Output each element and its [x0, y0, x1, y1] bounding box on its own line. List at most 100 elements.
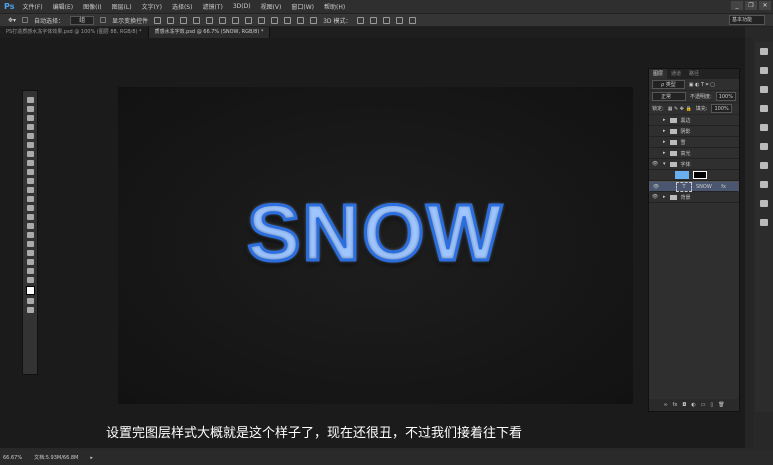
- eyedropper-tool-icon[interactable]: [26, 142, 34, 148]
- lock-icons[interactable]: ▦ ✎ ✥ 🔒: [668, 106, 692, 112]
- canvas[interactable]: SNOW: [118, 87, 633, 404]
- restore-button[interactable]: ❐: [745, 1, 757, 10]
- distribute-bottom-icon[interactable]: [258, 16, 266, 24]
- 3d-slide-icon[interactable]: [396, 16, 404, 24]
- dodge-tool-icon[interactable]: [26, 214, 34, 220]
- swatches-icon[interactable]: [760, 181, 768, 188]
- align-bottom-icon[interactable]: [180, 16, 188, 24]
- minimize-button[interactable]: _: [731, 1, 743, 10]
- layer-row[interactable]: ▸ 黑边: [649, 115, 739, 126]
- layer-row[interactable]: [649, 170, 739, 181]
- menu-help[interactable]: 帮助(H): [324, 2, 345, 11]
- tab-paths[interactable]: 路径: [685, 69, 703, 79]
- tool-preset-icon[interactable]: [760, 105, 768, 112]
- align-top-icon[interactable]: [154, 16, 162, 24]
- distribute-top-icon[interactable]: [232, 16, 240, 24]
- type-tool-icon[interactable]: [26, 232, 34, 238]
- 3d-roll-icon[interactable]: [370, 16, 378, 24]
- stamp-tool-icon[interactable]: [26, 169, 34, 175]
- gradient-tool-icon[interactable]: [26, 196, 34, 202]
- adjustments-icon[interactable]: [760, 200, 768, 207]
- paragraph-icon[interactable]: [760, 143, 768, 150]
- opacity-input[interactable]: 100%: [715, 92, 736, 101]
- menu-image[interactable]: 图像(I): [83, 2, 101, 11]
- color-icon[interactable]: [760, 162, 768, 169]
- shape-tool-icon[interactable]: [26, 250, 34, 256]
- color-swatch-icon[interactable]: [25, 286, 35, 295]
- menu-3d[interactable]: 3D(D): [233, 3, 251, 10]
- move-tool-icon[interactable]: [26, 97, 34, 103]
- layer-row[interactable]: ▸ 高光: [649, 148, 739, 159]
- hand-tool-icon[interactable]: [26, 259, 34, 265]
- quick-mask-icon[interactable]: [26, 298, 34, 304]
- pen-tool-icon[interactable]: [26, 223, 34, 229]
- workspace-dropdown[interactable]: 基本功能: [729, 15, 765, 25]
- visibility-eye-icon[interactable]: 👁: [651, 161, 659, 167]
- zoom-tool-icon[interactable]: [26, 268, 34, 274]
- screen-mode-icon[interactable]: [26, 307, 34, 313]
- align-left-icon[interactable]: [193, 16, 201, 24]
- zoom-level[interactable]: 66.67%: [3, 455, 22, 461]
- vertical-scrollbar[interactable]: [745, 38, 753, 448]
- properties-icon[interactable]: [760, 67, 768, 74]
- expand-arrow-icon[interactable]: ▸: [663, 150, 666, 156]
- marquee-tool-icon[interactable]: [26, 106, 34, 112]
- distribute-right-icon[interactable]: [297, 16, 305, 24]
- lasso-tool-icon[interactable]: [26, 115, 34, 121]
- blend-mode-dropdown[interactable]: 正常: [652, 92, 686, 101]
- eraser-tool-icon[interactable]: [26, 187, 34, 193]
- link-layers-icon[interactable]: ∞: [663, 402, 667, 408]
- tab-layers[interactable]: 图层: [649, 69, 668, 79]
- expand-arrow-icon[interactable]: ▸: [663, 194, 666, 200]
- menu-type[interactable]: 文字(Y): [142, 2, 162, 11]
- auto-align-icon[interactable]: [310, 16, 318, 24]
- adjustment-icon[interactable]: ◐: [691, 402, 695, 408]
- fx-icon[interactable]: fx: [721, 183, 726, 191]
- 3d-drag-icon[interactable]: [383, 16, 391, 24]
- menu-window[interactable]: 窗口(W): [291, 2, 314, 11]
- character-icon[interactable]: [760, 124, 768, 131]
- trash-icon[interactable]: 🗑: [718, 402, 724, 408]
- align-middle-icon[interactable]: [167, 16, 175, 24]
- close-button[interactable]: ✕: [759, 1, 771, 10]
- expand-arrow-icon[interactable]: ▸: [663, 128, 666, 134]
- distribute-center-icon[interactable]: [284, 16, 292, 24]
- new-group-icon[interactable]: ▭: [701, 402, 706, 408]
- filter-icons[interactable]: ▣ ◐ T ⌗ ▢: [689, 82, 715, 88]
- move-tool-icon[interactable]: ✥▾: [8, 17, 16, 24]
- status-menu-arrow-icon[interactable]: ▸: [90, 455, 93, 461]
- layer-row[interactable]: 👁 T SNOW fx: [649, 181, 739, 192]
- blur-tool-icon[interactable]: [26, 205, 34, 211]
- tab-document-1[interactable]: PS打造质感水冻字体效果.psd @ 100% (图层 88, RGB/8) *: [0, 27, 149, 38]
- show-transform-checkbox[interactable]: [100, 17, 107, 23]
- layer-filter-dropdown[interactable]: ρ 类型: [652, 80, 685, 89]
- tab-document-2[interactable]: 质感水冻字效.psd @ 66.7% (SNOW, RGB/8) *: [148, 27, 271, 38]
- menu-layer[interactable]: 图层(L): [112, 2, 132, 11]
- layer-row[interactable]: 👁 ▸ 背景: [649, 192, 739, 203]
- tab-channels[interactable]: 通道: [667, 69, 685, 79]
- quick-select-tool-icon[interactable]: [26, 124, 34, 130]
- crop-tool-icon[interactable]: [26, 133, 34, 139]
- 3d-rotate-icon[interactable]: [357, 16, 365, 24]
- healing-tool-icon[interactable]: [26, 151, 34, 157]
- menu-select[interactable]: 选择(S): [172, 2, 193, 11]
- history-brush-icon[interactable]: [26, 178, 34, 184]
- brush-tool-icon[interactable]: [26, 160, 34, 166]
- layer-row[interactable]: ▸ 雪: [649, 137, 739, 148]
- auto-select-checkbox[interactable]: [22, 17, 29, 23]
- path-select-icon[interactable]: [26, 241, 34, 247]
- menu-filter[interactable]: 滤镜(T): [202, 2, 222, 11]
- menu-view[interactable]: 视图(V): [261, 2, 282, 11]
- brush-preset-icon[interactable]: [760, 86, 768, 93]
- expand-arrow-icon[interactable]: ▸: [663, 139, 666, 145]
- visibility-eye-icon[interactable]: 👁: [652, 183, 660, 191]
- distribute-middle-icon[interactable]: [245, 16, 253, 24]
- auto-select-dropdown[interactable]: 组: [70, 15, 95, 25]
- distribute-left-icon[interactable]: [271, 16, 279, 24]
- new-layer-icon[interactable]: ▯: [710, 402, 713, 408]
- 3d-scale-icon[interactable]: [409, 16, 417, 24]
- history-icon[interactable]: [760, 48, 768, 55]
- extra-tool-icon[interactable]: [26, 277, 34, 283]
- menu-file[interactable]: 文件(F): [22, 2, 42, 11]
- layer-row[interactable]: ▸ 阴影: [649, 126, 739, 137]
